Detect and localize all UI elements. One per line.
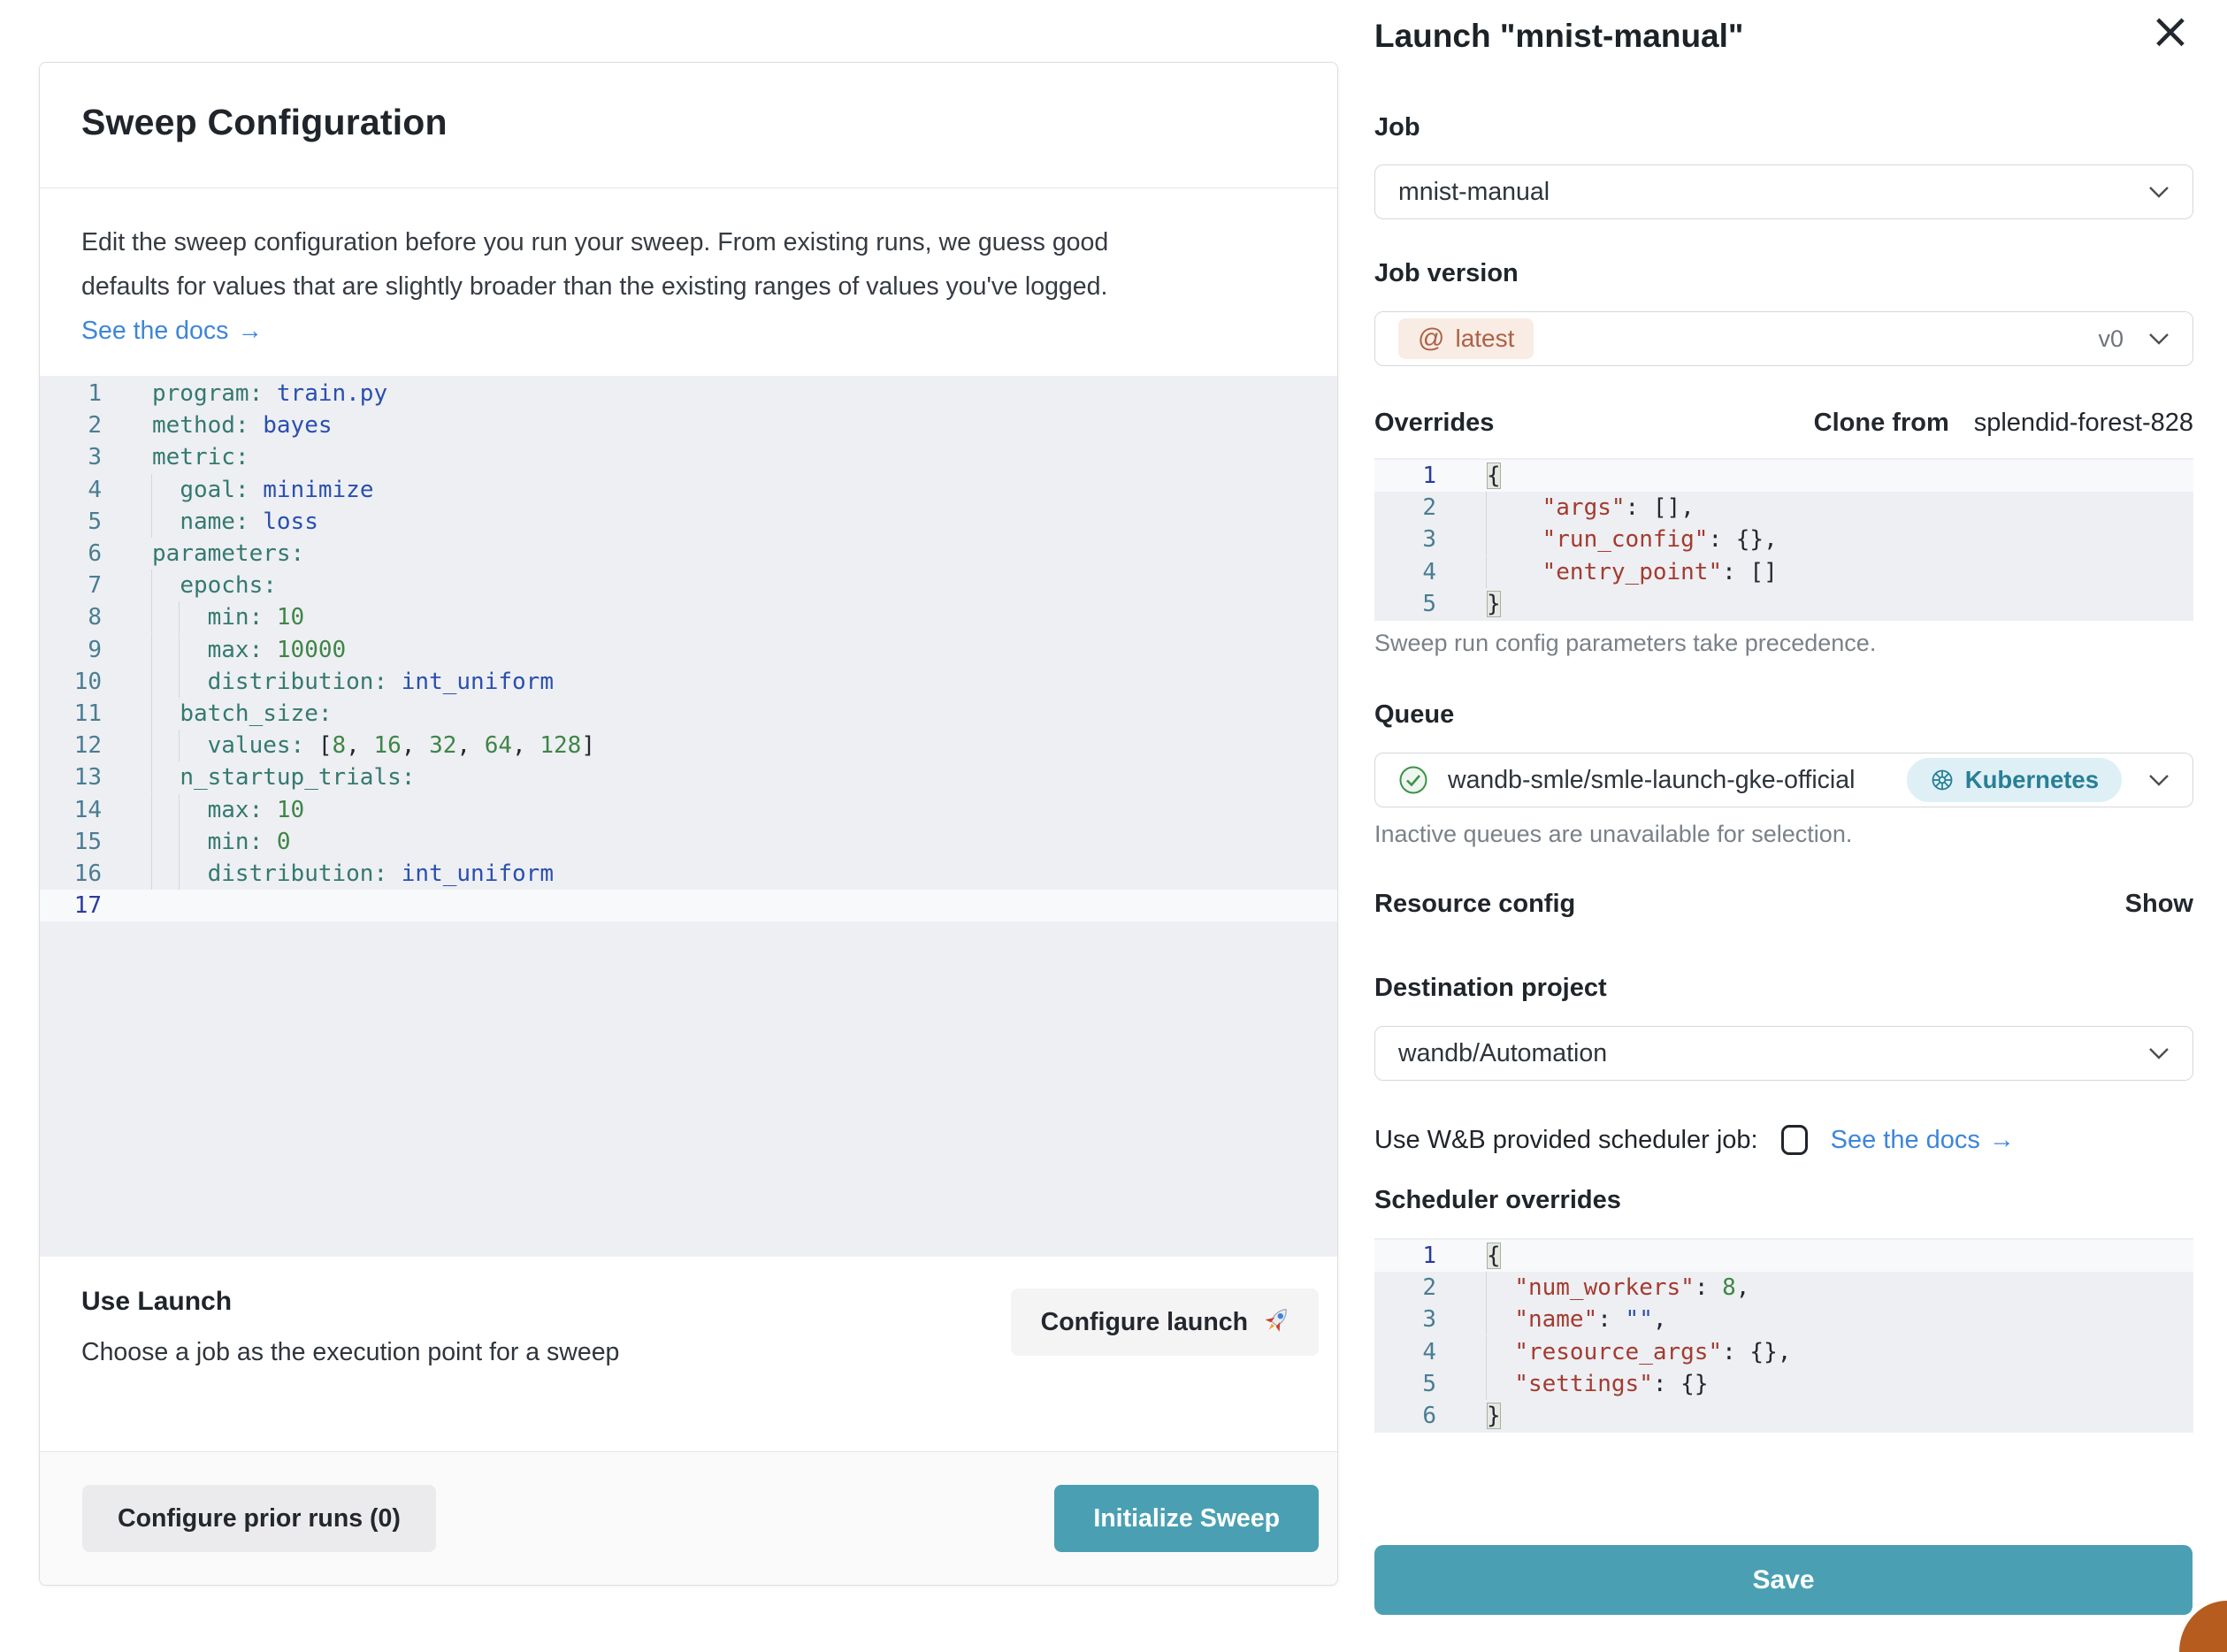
overrides-caption: Sweep run config parameters take precede… bbox=[1374, 630, 2193, 657]
kubernetes-badge: Kubernetes bbox=[1907, 758, 2122, 802]
job-select[interactable]: mnist-manual bbox=[1374, 164, 2193, 219]
overrides-label: Overrides bbox=[1374, 409, 1494, 438]
arrow-right-icon: → bbox=[1989, 1126, 2015, 1154]
chevron-down-icon bbox=[2148, 1047, 2170, 1060]
resource-config-show-button[interactable]: Show bbox=[2125, 890, 2193, 919]
overrides-editor[interactable]: 1{2 "args": [],3 "run_config": {},4 "ent… bbox=[1374, 458, 2193, 621]
launch-drawer: Launch "mnist-manual" × Job mnist-manual… bbox=[1362, 0, 2227, 1652]
chevron-down-icon bbox=[2148, 333, 2170, 346]
launch-drawer-title: Launch "mnist-manual" bbox=[1374, 18, 2193, 55]
resource-config-row: Resource config Show bbox=[1374, 890, 2193, 919]
job-select-value: mnist-manual bbox=[1398, 178, 1550, 207]
resource-config-label: Resource config bbox=[1374, 890, 1575, 919]
sweep-card-footer: Configure prior runs (0) Initialize Swee… bbox=[40, 1451, 1337, 1585]
sweep-card-title: Sweep Configuration bbox=[81, 102, 1296, 143]
see-the-docs-link[interactable]: See the docs→ bbox=[81, 309, 263, 353]
rocket-icon bbox=[1254, 1300, 1297, 1344]
scheduler-docs-link[interactable]: See the docs→ bbox=[1831, 1126, 2015, 1155]
chevron-down-icon bbox=[2148, 774, 2170, 787]
description-line-1: Edit the sweep configuration before you … bbox=[81, 220, 1296, 264]
scheduler-job-label: Use W&B provided scheduler job: bbox=[1374, 1126, 1758, 1155]
queue-select-value: wandb-smle/smle-launch-gke-official bbox=[1448, 766, 1855, 795]
job-label: Job bbox=[1374, 113, 2193, 142]
scheduler-job-row: Use W&B provided scheduler job: See the … bbox=[1374, 1125, 2193, 1155]
queue-caption: Inactive queues are unavailable for sele… bbox=[1374, 821, 2193, 848]
destination-project-value: wandb/Automation bbox=[1398, 1039, 1607, 1068]
destination-project-select[interactable]: wandb/Automation bbox=[1374, 1026, 2193, 1081]
configure-launch-button[interactable]: Configure launch bbox=[1011, 1289, 1319, 1356]
check-circle-icon bbox=[1398, 765, 1428, 795]
clone-from-label: Clone from bbox=[1814, 409, 1949, 438]
job-version-label: Job version bbox=[1374, 259, 2193, 288]
sweep-configuration-card: Sweep Configuration Edit the sweep confi… bbox=[39, 62, 1338, 1586]
chevron-down-icon bbox=[2148, 186, 2170, 199]
sweep-config-editor[interactable]: 1program: train.py2method: bayes3metric:… bbox=[40, 376, 1337, 1257]
sweep-card-description: Edit the sweep configuration before you … bbox=[40, 188, 1337, 353]
latest-version-badge: @ latest bbox=[1398, 318, 1534, 359]
scheduler-job-checkbox[interactable] bbox=[1781, 1125, 1808, 1155]
scheduler-overrides-label: Scheduler overrides bbox=[1374, 1186, 2193, 1215]
initialize-sweep-button[interactable]: Initialize Sweep bbox=[1054, 1485, 1319, 1552]
save-button[interactable]: Save bbox=[1374, 1545, 2193, 1615]
scheduler-overrides-editor[interactable]: 1{2 "num_workers": 8,3 "name": "",4 "res… bbox=[1374, 1238, 2193, 1433]
kubernetes-icon bbox=[1930, 768, 1955, 792]
arrow-right-icon: → bbox=[237, 317, 263, 345]
sweep-card-header: Sweep Configuration bbox=[40, 63, 1337, 188]
configure-prior-runs-button[interactable]: Configure prior runs (0) bbox=[82, 1485, 436, 1552]
version-number: v0 bbox=[2098, 325, 2124, 353]
description-line-2: defaults for values that are slightly br… bbox=[81, 264, 1296, 309]
job-version-select[interactable]: @ latest v0 bbox=[1374, 311, 2193, 366]
close-icon[interactable]: × bbox=[2144, 5, 2197, 58]
queue-select[interactable]: wandb-smle/smle-launch-gke-official Kube… bbox=[1374, 753, 2193, 807]
destination-project-label: Destination project bbox=[1374, 974, 2193, 1003]
at-icon: @ bbox=[1418, 324, 1444, 354]
clone-from-run-name[interactable]: splendid-forest-828 bbox=[1974, 409, 2193, 438]
queue-label: Queue bbox=[1374, 700, 2193, 730]
use-launch-section: Use Launch Choose a job as the execution… bbox=[40, 1257, 1337, 1414]
overrides-header-row: Overrides Clone from splendid-forest-828 bbox=[1374, 409, 2193, 438]
